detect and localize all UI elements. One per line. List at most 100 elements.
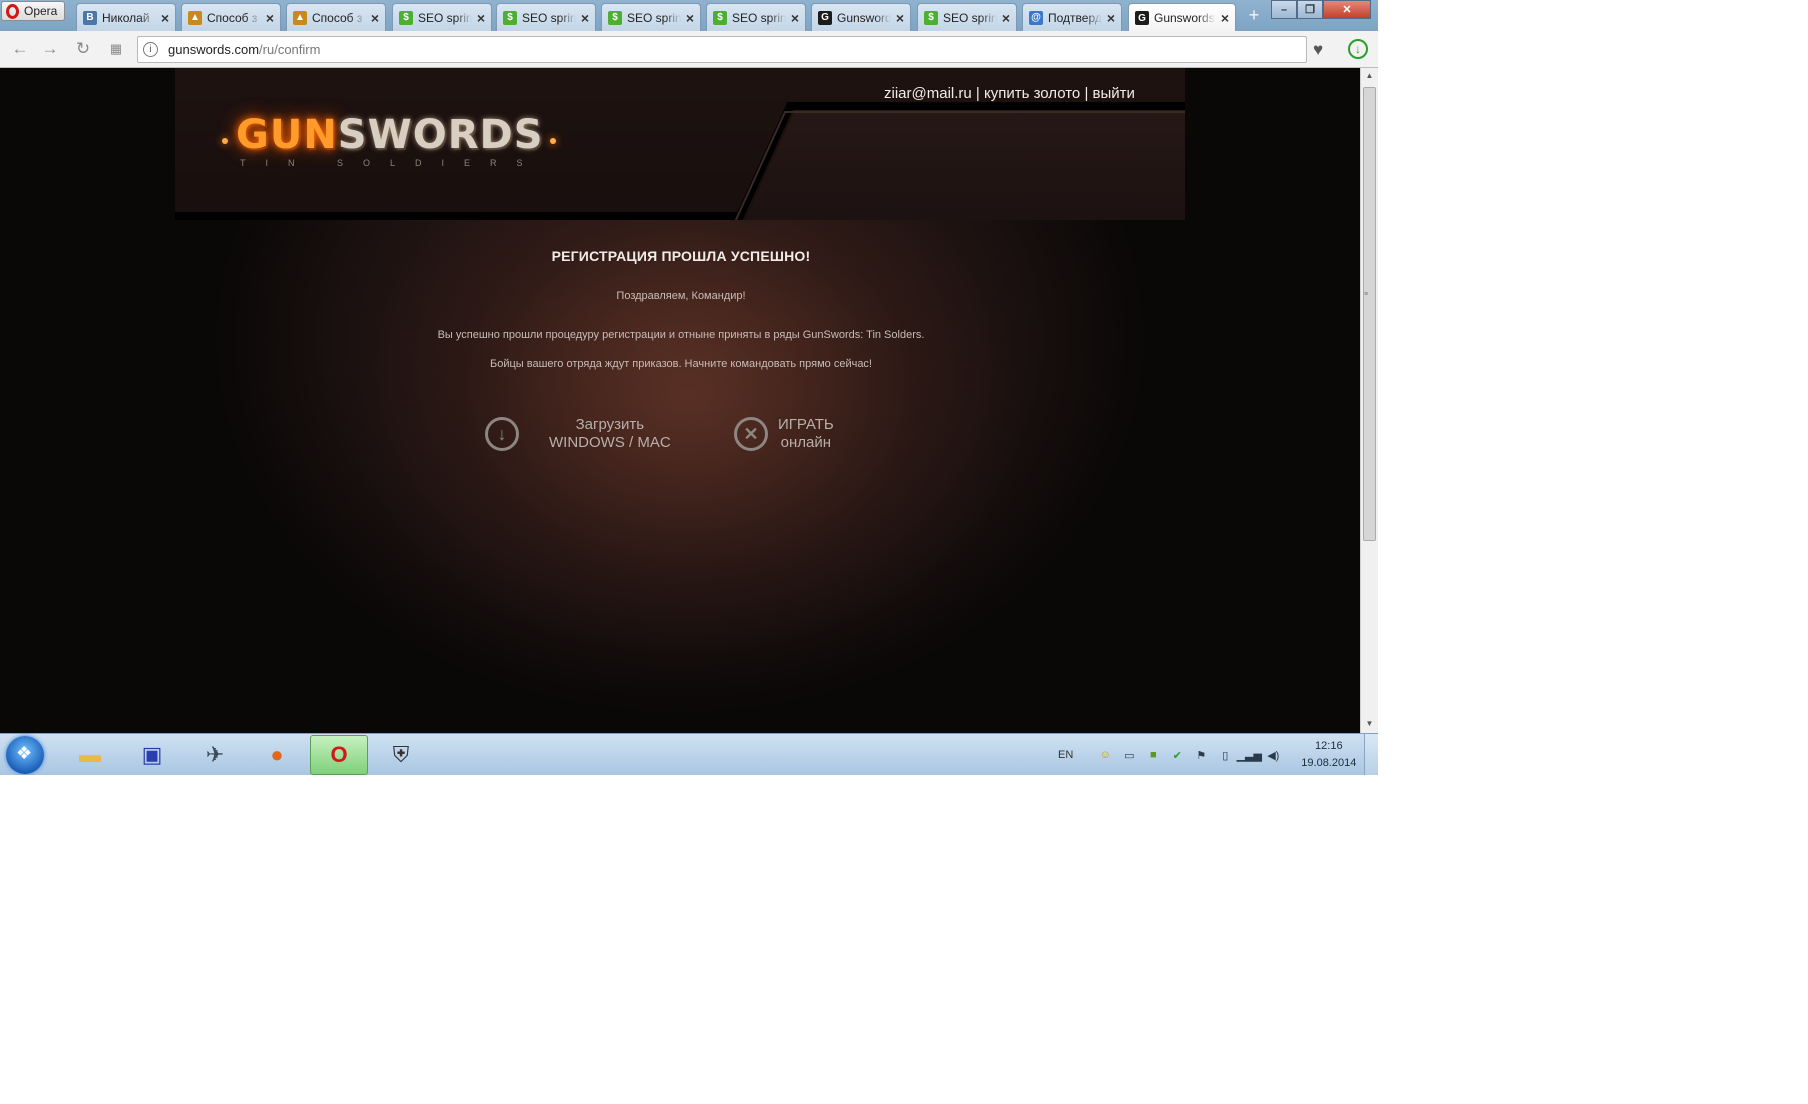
back-icon[interactable]: ← (10, 39, 30, 59)
browser-tab[interactable]: $ SEO sprint × (706, 3, 806, 31)
close-tab-icon[interactable]: × (791, 10, 799, 26)
close-tab-icon[interactable]: × (1221, 10, 1229, 26)
tank-icon: ▲ (188, 10, 202, 25)
tank-shield-icon: ⛨ (392, 742, 410, 767)
gunswords-icon: G (818, 10, 832, 25)
windows-taskbar: ▬ ▣ ✈ ● O ⛨ EN ☺ ▭ ■ ✔ ⚑ ▯ ▁▃▅ ◀) 12:16 … (0, 733, 1378, 775)
separator: | (971, 85, 984, 102)
play-online-button[interactable]: ✕ ИГРАТЬ онлайн (734, 416, 834, 452)
seosprint-icon: $ (503, 10, 517, 25)
browser-tab[interactable]: $ SEO sprint × (601, 3, 701, 31)
new-tab-button[interactable]: + (1245, 6, 1263, 24)
show-desktop-button[interactable] (1364, 734, 1378, 775)
vk-icon: В (83, 10, 97, 25)
browser-tab[interactable]: $ SEO sprint × (392, 3, 492, 31)
language-indicator[interactable]: EN (1058, 749, 1073, 761)
close-tab-icon[interactable]: × (1002, 10, 1010, 26)
seosprint-icon: $ (924, 10, 938, 25)
downloads-icon[interactable]: ↓ (1348, 39, 1368, 59)
tab-title: SEO sprint (522, 10, 576, 25)
globe-icon: @ (1029, 10, 1043, 25)
browser-tab[interactable]: @ Подтверд × (1022, 3, 1122, 31)
tab-title: SEO sprint (732, 10, 786, 25)
logo-wordmark: GUNSWORDS (236, 112, 544, 158)
scroll-thumb[interactable] (1363, 87, 1376, 541)
congrats-text: Поздравляем, Командир! (616, 290, 746, 302)
bookmark-heart-icon[interactable]: ♥ (1313, 40, 1323, 60)
user-email-link[interactable]: ziiar@mail.ru (884, 85, 972, 102)
window-controls: – ❐ ✕ (1271, 0, 1371, 19)
taskbar-world-of-tanks[interactable]: ⛨ (372, 735, 430, 775)
system-clock[interactable]: 12:16 19.08.2014 (1301, 738, 1356, 772)
maximize-button[interactable]: ❐ (1297, 0, 1323, 19)
page-title: РЕГИСТРАЦИЯ ПРОШЛА УСПЕШНО! (551, 248, 811, 264)
gunswords-icon: G (1135, 11, 1149, 25)
browser-tab[interactable]: В Николай × (76, 3, 176, 31)
close-tab-icon[interactable]: × (1107, 10, 1115, 26)
action-center-flag-icon[interactable]: ⚑ (1193, 747, 1209, 763)
speed-dial-icon[interactable]: ▦ (106, 39, 126, 59)
close-tab-icon[interactable]: × (477, 10, 485, 26)
minimize-button[interactable]: – (1271, 0, 1297, 19)
reload-icon[interactable]: ↻ (73, 39, 93, 59)
crossed-swords-icon: ✕ (734, 417, 768, 451)
logo-dot-right (550, 138, 556, 144)
taskbar-save-app[interactable]: ▣ (123, 735, 181, 775)
network-signal-icon[interactable]: ▁▃▅ (1237, 747, 1262, 763)
browser-tab[interactable]: G Gunswords × (811, 3, 911, 31)
close-tab-icon[interactable]: × (581, 10, 589, 26)
nvidia-icon[interactable]: ■ (1145, 747, 1161, 763)
browser-tab[interactable]: $ SEO sprint × (917, 3, 1017, 31)
download-label: Загрузить WINDOWS / MAC (549, 416, 671, 451)
volume-icon[interactable]: ◀) (1265, 747, 1281, 763)
url-path: /ru/confirm (259, 42, 321, 57)
close-tab-icon[interactable]: × (896, 10, 904, 26)
browser-tab[interactable]: $ SEO sprint × (496, 3, 596, 31)
close-tab-icon[interactable]: × (266, 10, 274, 26)
agent-icon[interactable]: ☺ (1097, 747, 1113, 763)
seosprint-icon: $ (399, 10, 413, 25)
usb-device-icon[interactable]: ▯ (1217, 747, 1233, 763)
url-host: gunswords.com (168, 42, 260, 57)
taskbar-firefox[interactable]: ● (248, 735, 306, 775)
address-bar[interactable]: i gunswords.com/ru/confirm (137, 36, 1307, 63)
close-tab-icon[interactable]: × (371, 10, 379, 26)
opera-icon (6, 3, 19, 19)
buy-gold-link[interactable]: купить золото (984, 85, 1080, 102)
browser-tab[interactable]: ▲ Способ з × (286, 3, 386, 31)
browser-tab[interactable]: ▲ Способ з × (181, 3, 281, 31)
system-tray: EN ☺ ▭ ■ ✔ ⚑ ▯ ▁▃▅ ◀) 12:16 19.08.2014 (1058, 734, 1356, 775)
monitor-icon[interactable]: ▭ (1121, 747, 1137, 763)
opera-icon: O (330, 742, 348, 767)
taskbar-explorer[interactable]: ▬ (61, 735, 119, 775)
opera-menu-button[interactable]: Opera (1, 1, 65, 21)
taskbar-wargaming[interactable]: ✈ (186, 735, 244, 775)
tab-title: SEO sprint (627, 10, 681, 25)
logout-link[interactable]: выйти (1093, 85, 1135, 102)
close-tab-icon[interactable]: × (161, 10, 169, 26)
vertical-scrollbar[interactable]: ▲ ≡ ▼ (1360, 68, 1378, 733)
user-bar: ziiar@mail.ru | купить золото | выйти (884, 85, 1135, 102)
tab-title: Способ з (207, 10, 258, 25)
opera-menu-label: Opera (24, 4, 58, 18)
start-button[interactable] (6, 736, 44, 774)
browser-tab[interactable]: G Gunswords × (1128, 3, 1236, 32)
scroll-down-arrow[interactable]: ▼ (1361, 716, 1378, 731)
tab-title: Gunswords (837, 10, 891, 25)
call-to-action-text: Бойцы вашего отряда ждут приказов. Начни… (490, 358, 872, 370)
play-label: ИГРАТЬ онлайн (778, 416, 834, 451)
tab-title: SEO sprint (943, 10, 997, 25)
gunswords-logo[interactable]: GUNSWORDS TIN SOLDIERS (222, 112, 562, 174)
security-icon[interactable]: ✔ (1169, 747, 1185, 763)
taskbar-opera[interactable]: O (310, 735, 368, 775)
scroll-up-arrow[interactable]: ▲ (1361, 68, 1378, 83)
download-icon: ↓ (485, 417, 519, 451)
tab-strip: Opera В Николай × ▲ Способ з × ▲ Способ з × $ SEO … (0, 0, 1378, 32)
forward-icon[interactable]: → (40, 39, 60, 59)
tab-title: Способ з (312, 10, 363, 25)
close-tab-icon[interactable]: × (686, 10, 694, 26)
close-window-button[interactable]: ✕ (1323, 0, 1371, 19)
download-client-button[interactable]: ↓ Загрузить WINDOWS / MAC (485, 416, 671, 452)
site-info-icon[interactable]: i (143, 42, 158, 57)
tab-title: Подтверд (1048, 10, 1102, 25)
